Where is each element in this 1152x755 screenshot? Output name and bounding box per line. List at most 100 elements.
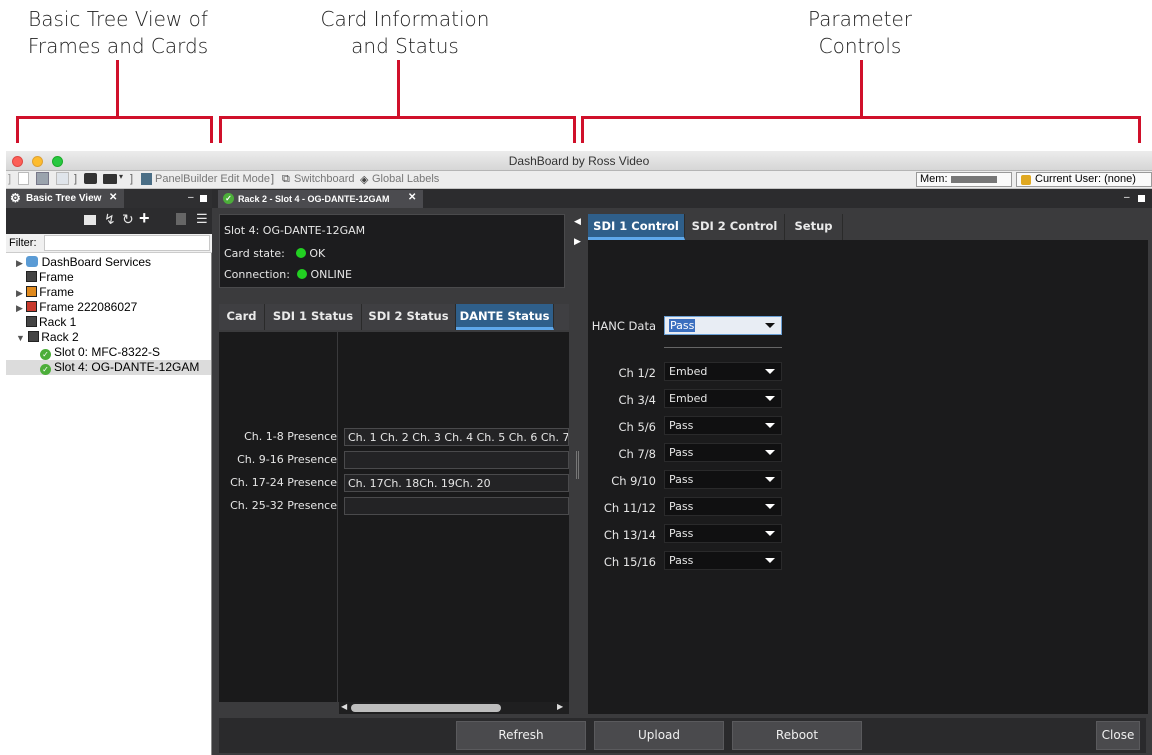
add-frame-icon[interactable] <box>84 215 96 225</box>
tree-item-label: Slot 4: OG-DANTE-12GAM <box>54 360 200 374</box>
memory-bar <box>951 176 997 183</box>
tab-sdi2-status[interactable]: SDI 2 Status <box>362 304 456 330</box>
scroll-left-icon[interactable]: ◀ <box>341 702 347 711</box>
separator-icon: ] <box>130 173 134 185</box>
tree-item-label: DashBoard Services <box>41 255 151 269</box>
current-user-box[interactable]: Current User: (none) <box>1016 172 1152 187</box>
annotation-line: Parameter <box>807 7 913 31</box>
tab-sdi2-control[interactable]: SDI 2 Control <box>685 214 785 240</box>
expand-icon[interactable]: ▶ <box>16 258 23 268</box>
channel-dropdown[interactable]: Pass <box>664 497 782 516</box>
new-icon[interactable] <box>18 172 29 185</box>
refresh-button[interactable]: Refresh <box>456 721 586 750</box>
horizontal-scrollbar[interactable]: ◀ ▶ <box>339 702 569 714</box>
annotation-line: Frames and Cards <box>27 34 209 58</box>
tree-item[interactable]: ▼ Rack 2 <box>16 330 79 345</box>
channel-dropdown[interactable]: Pass <box>664 443 782 462</box>
tab-dante-status[interactable]: DANTE Status <box>456 304 554 330</box>
tree-item[interactable]: ✓ Slot 0: MFC-8322-S <box>40 345 160 360</box>
channel-dropdown[interactable]: Embed <box>664 362 782 381</box>
minimize-panel-icon[interactable]: – <box>1124 192 1130 203</box>
chevron-down-icon <box>765 423 775 428</box>
global-labels-button[interactable]: Global Labels <box>372 173 439 185</box>
card-state-value: OK <box>309 247 326 260</box>
collapse-right-icon[interactable]: ▶ <box>574 236 581 247</box>
separator-icon: ] <box>271 173 275 185</box>
services-icon <box>26 256 39 267</box>
close-tab-icon[interactable]: ✕ <box>408 192 416 203</box>
save-icon[interactable] <box>36 172 49 185</box>
splitter-grip[interactable] <box>576 451 579 479</box>
expand-icon[interactable]: ▶ <box>16 288 23 298</box>
folder-icon[interactable] <box>103 174 117 184</box>
close-tab-icon[interactable]: ✕ <box>109 192 117 203</box>
channel-dropdown[interactable]: Pass <box>664 551 782 570</box>
close-button[interactable]: Close <box>1096 721 1140 750</box>
tree-filter: Filter: <box>6 234 212 253</box>
channel-dropdown[interactable]: Pass <box>664 524 782 543</box>
list-icon[interactable]: ☰ <box>196 211 208 227</box>
refresh-icon[interactable]: ↻ <box>122 211 134 228</box>
scroll-right-icon[interactable]: ▶ <box>557 702 563 711</box>
add-icon[interactable]: + <box>139 208 150 229</box>
memory-indicator: Mem: <box>916 172 1012 187</box>
tree-item[interactable]: ▶ DashBoard Services <box>16 255 151 270</box>
frame-icon <box>26 286 38 297</box>
collapse-icon[interactable]: ▼ <box>16 333 25 343</box>
tree-tab-label: Basic Tree View <box>26 193 102 204</box>
tab-card[interactable]: Card <box>219 304 265 330</box>
bracket-bar <box>16 116 213 119</box>
channel-label: Ch 15/16 <box>603 555 656 569</box>
presence-label: Ch. 17-24 Presence <box>230 476 337 489</box>
tree-item[interactable]: ▶ Frame <box>16 285 74 300</box>
tab-setup[interactable]: Setup <box>785 214 843 240</box>
tree-item-selected[interactable]: ✓ Slot 4: OG-DANTE-12GAM <box>6 360 211 375</box>
minimize-panel-icon[interactable]: – <box>188 192 194 203</box>
bracket-stem <box>860 60 863 118</box>
tab-rack2-slot4[interactable]: ✓ Rack 2 - Slot 4 - OG-DANTE-12GAM ✕ <box>218 190 423 208</box>
tree-item[interactable]: ▶ Frame 222086027 <box>16 300 137 315</box>
bracket-stem <box>397 60 400 118</box>
channel-label: Ch 9/10 <box>611 474 656 488</box>
filter-input[interactable] <box>44 235 210 251</box>
collapse-left-icon[interactable]: ◀ <box>574 216 581 227</box>
tree-item[interactable]: Frame <box>26 270 74 285</box>
panel-splitter[interactable]: ◀ ▶ <box>569 214 586 714</box>
tab-sdi1-status[interactable]: SDI 1 Status <box>265 304 362 330</box>
scroll-thumb[interactable] <box>351 704 501 712</box>
panelbuilder-icon <box>141 173 152 185</box>
connection-label: Connection: <box>224 268 290 281</box>
discover-icon[interactable]: ↯ <box>104 211 116 228</box>
tree-item[interactable]: Rack 1 <box>26 315 76 330</box>
annotation-parameters: Parameter Controls <box>760 6 960 60</box>
hanc-dropdown[interactable]: Pass <box>664 316 782 335</box>
channel-dropdown[interactable]: Pass <box>664 470 782 489</box>
delete-icon[interactable] <box>176 213 186 225</box>
tab-basic-tree-view[interactable]: ⚙ Basic Tree View ✕ <box>6 189 124 208</box>
chevron-down-icon <box>765 504 775 509</box>
current-user-label: Current User: (none) <box>1035 173 1136 185</box>
switchboard-button[interactable]: Switchboard <box>294 173 355 185</box>
panelbuilder-toggle[interactable]: PanelBuilder Edit Mode <box>155 173 270 185</box>
channel-dropdown[interactable]: Embed <box>664 389 782 408</box>
tag-icon: ◈ <box>360 174 369 186</box>
presence-field: Ch. 1 Ch. 2 Ch. 3 Ch. 4 Ch. 5 Ch. 6 Ch. … <box>344 428 569 446</box>
presence-field <box>344 451 569 469</box>
maximize-panel-icon[interactable] <box>1138 195 1145 202</box>
channel-dropdown[interactable]: Pass <box>664 416 782 435</box>
maximize-panel-icon[interactable] <box>200 195 207 202</box>
save-all-icon[interactable] <box>56 172 69 185</box>
reboot-button[interactable]: Reboot <box>732 721 862 750</box>
rack-icon <box>26 316 37 327</box>
annotation-line: Controls <box>818 34 902 58</box>
camera-icon[interactable] <box>84 173 97 184</box>
chevron-down-icon[interactable]: ▾ <box>119 172 123 181</box>
upload-button[interactable]: Upload <box>594 721 724 750</box>
channel-value: Pass <box>669 446 694 459</box>
expand-icon[interactable]: ▶ <box>16 303 23 313</box>
main-toolbar: ] ] ▾ ] PanelBuilder Edit Mode ] ⧉ Switc… <box>6 171 1152 189</box>
tab-sdi1-control[interactable]: SDI 1 Control <box>588 214 685 240</box>
channel-label: Ch 7/8 <box>618 447 656 461</box>
channel-value: Pass <box>669 419 694 432</box>
presence-label: Ch. 9-16 Presence <box>237 453 337 466</box>
